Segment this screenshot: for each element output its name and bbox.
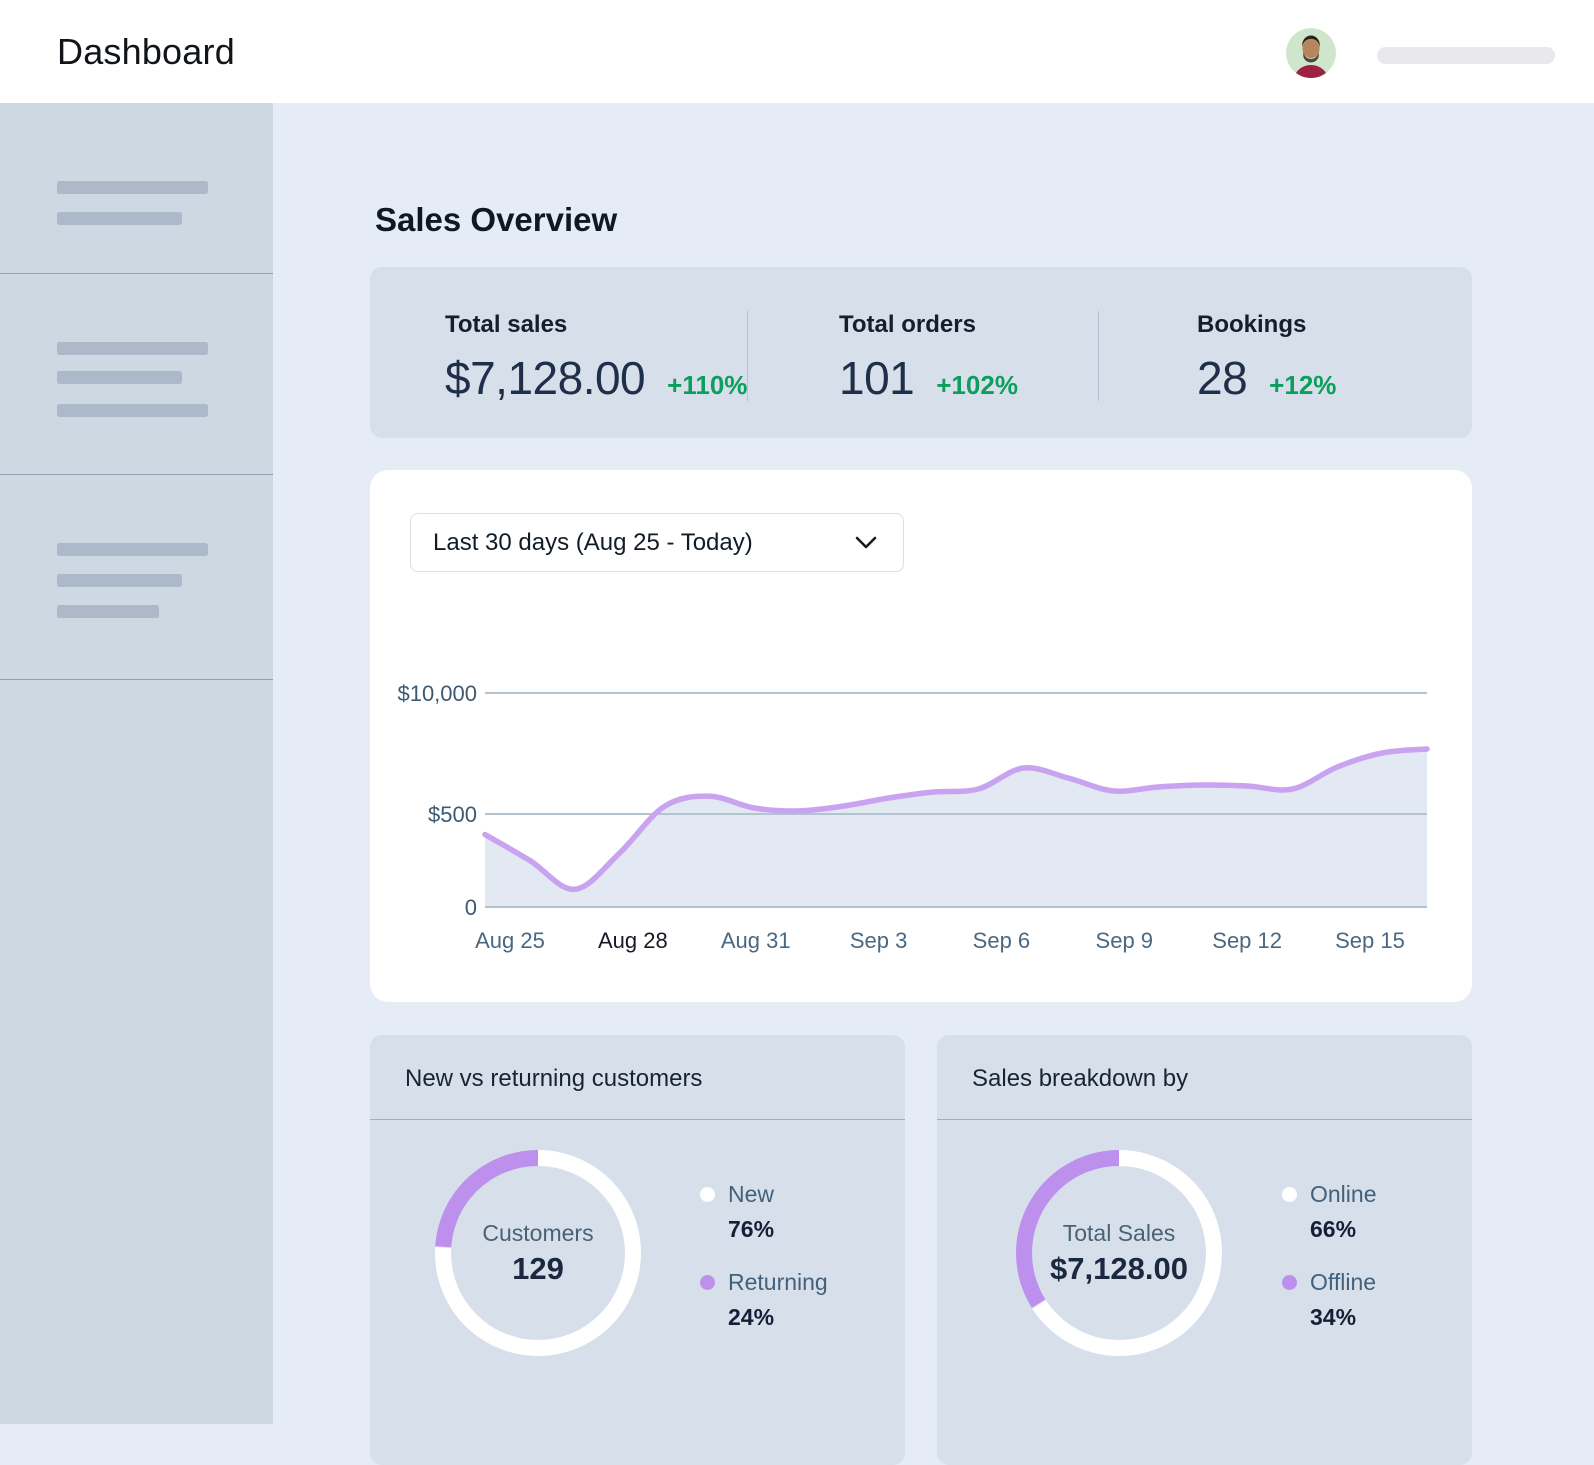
sidebar-nav-section-2[interactable]	[0, 274, 273, 475]
sidebar-skeleton-bar	[57, 543, 208, 556]
sidebar-skeleton-bar	[57, 181, 208, 194]
date-range-dropdown[interactable]: Last 30 days (Aug 25 - Today)	[410, 513, 904, 572]
avatar[interactable]	[1286, 28, 1336, 78]
svg-text:Sep 12: Sep 12	[1212, 928, 1282, 953]
card-title: Sales breakdown by	[972, 1065, 1188, 1093]
legend-item-new: New 76%	[700, 1181, 828, 1243]
legend-label: Online	[1310, 1181, 1376, 1208]
avatar-image	[1286, 28, 1336, 78]
sidebar-nav-section-4	[0, 680, 273, 1424]
svg-text:Sep 3: Sep 3	[850, 928, 908, 953]
stat-total-sales: Total sales $7,128.00 +110%	[370, 267, 747, 438]
stat-label: Total sales	[445, 311, 747, 339]
card-title: New vs returning customers	[405, 1065, 702, 1093]
chevron-down-icon	[855, 536, 877, 549]
customers-legend: New 76% Returning 24%	[700, 1181, 828, 1331]
svg-text:Aug 28: Aug 28	[598, 928, 668, 953]
sidebar-skeleton-bar	[57, 404, 208, 417]
stat-label: Total orders	[839, 311, 1098, 339]
sidebar-skeleton-bar	[57, 212, 182, 225]
legend-item-online: Online 66%	[1282, 1181, 1376, 1243]
legend-percentage: 24%	[728, 1304, 828, 1331]
stat-delta-badge: +102%	[936, 370, 1018, 401]
legend-label: Returning	[728, 1269, 828, 1296]
breakdown-card: Sales breakdown by Total Sales $7,128.00…	[937, 1035, 1472, 1465]
sidebar-skeleton-bar	[57, 574, 182, 587]
legend-percentage: 76%	[728, 1216, 828, 1243]
customers-donut-center: Customers 129	[435, 1150, 641, 1356]
stat-value: $7,128.00	[445, 351, 645, 405]
stats-summary-card: Total sales $7,128.00 +110% Total orders…	[370, 267, 1472, 438]
topbar-placeholder-pill	[1377, 47, 1555, 64]
svg-text:Sep 15: Sep 15	[1335, 928, 1405, 953]
svg-text:0: 0	[465, 895, 477, 920]
customers-card: New vs returning customers Customers 129…	[370, 1035, 905, 1465]
page-title: Sales Overview	[375, 201, 617, 239]
topbar: Dashboard	[0, 0, 1594, 103]
card-header: Sales breakdown by	[937, 1035, 1472, 1120]
dashboard-page: { "topbar": { "title": "Dashboard" }, "m…	[0, 0, 1594, 1424]
legend-dot-purple	[700, 1275, 715, 1290]
legend-dot-purple	[1282, 1275, 1297, 1290]
stat-delta-badge: +110%	[667, 370, 747, 401]
donut-center-label: Customers	[482, 1220, 593, 1247]
card-header: New vs returning customers	[370, 1035, 905, 1120]
legend-percentage: 66%	[1310, 1216, 1376, 1243]
legend-label: New	[728, 1181, 774, 1208]
sidebar-nav-section-1[interactable]	[0, 103, 273, 274]
stat-delta-badge: +12%	[1269, 370, 1336, 401]
legend-item-returning: Returning 24%	[700, 1269, 828, 1331]
svg-text:Sep 6: Sep 6	[973, 928, 1031, 953]
stat-total-orders: Total orders 101 +102%	[747, 267, 1098, 438]
legend-percentage: 34%	[1310, 1304, 1376, 1331]
legend-dot-white	[700, 1187, 715, 1202]
breakdown-donut-center: Total Sales $7,128.00	[1016, 1150, 1222, 1356]
stat-value: 28	[1197, 351, 1247, 405]
breakdown-legend: Online 66% Offline 34%	[1282, 1181, 1376, 1331]
legend-dot-white	[1282, 1187, 1297, 1202]
sidebar-skeleton-bar	[57, 371, 182, 384]
sales-chart-card: Last 30 days (Aug 25 - Today) $10,000 $50…	[370, 470, 1472, 1002]
svg-text:Aug 31: Aug 31	[721, 928, 791, 953]
donut-center-value: 129	[512, 1251, 564, 1287]
svg-text:$500: $500	[428, 802, 477, 827]
app-title: Dashboard	[57, 31, 235, 73]
svg-text:Aug 25: Aug 25	[475, 928, 545, 953]
stat-value: 101	[839, 351, 914, 405]
svg-text:Sep 9: Sep 9	[1096, 928, 1154, 953]
stat-bookings: Bookings 28 +12%	[1098, 267, 1472, 438]
stat-label: Bookings	[1197, 311, 1472, 339]
sidebar	[0, 103, 273, 1424]
sidebar-skeleton-bar	[57, 342, 208, 355]
date-range-value: Last 30 days (Aug 25 - Today)	[433, 529, 855, 557]
legend-label: Offline	[1310, 1269, 1376, 1296]
sidebar-skeleton-bar	[57, 605, 159, 618]
donut-center-label: Total Sales	[1063, 1220, 1176, 1247]
legend-item-offline: Offline 34%	[1282, 1269, 1376, 1331]
sidebar-nav-section-3[interactable]	[0, 475, 273, 680]
donut-center-value: $7,128.00	[1050, 1251, 1188, 1287]
svg-text:$10,000: $10,000	[397, 681, 477, 706]
